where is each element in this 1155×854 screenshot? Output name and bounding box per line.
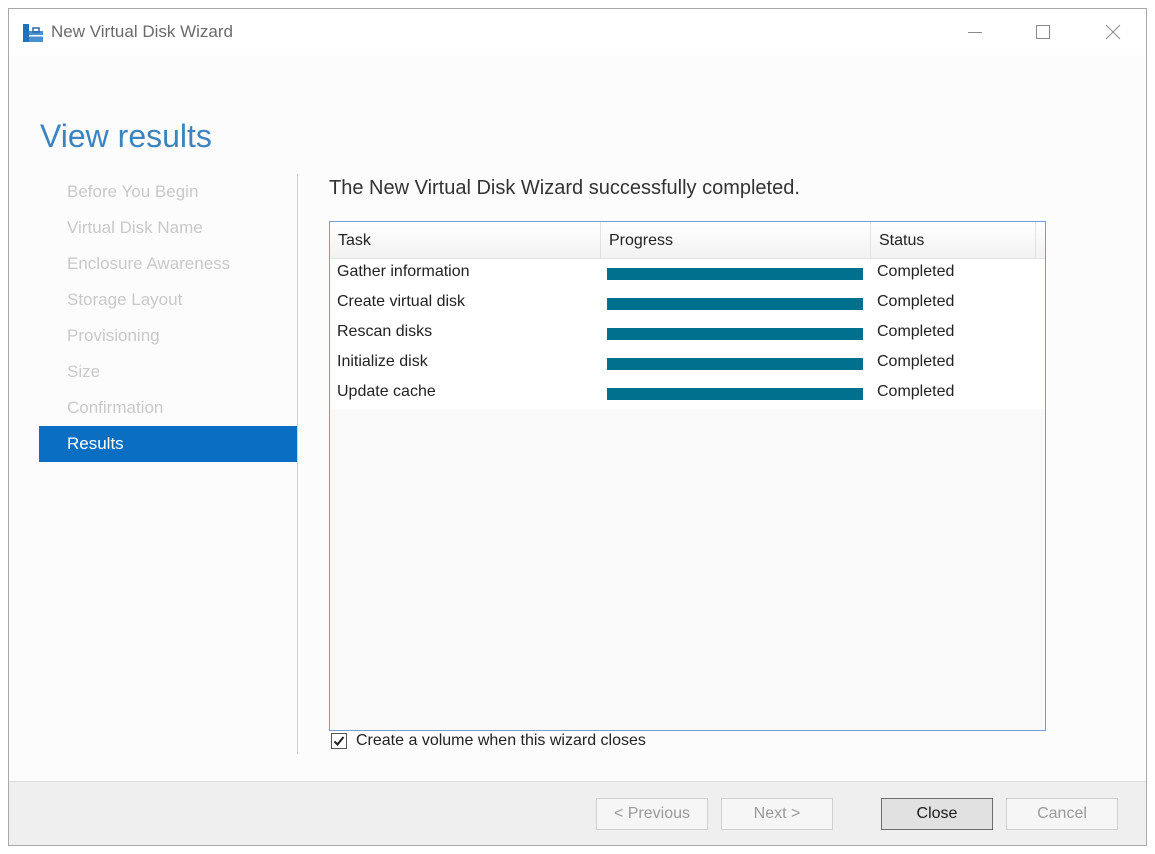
table-row[interactable]: Gather information Completed [330,259,1045,289]
next-button[interactable]: Next > [721,798,833,830]
task-cell: Gather information [337,263,470,280]
status-cell: Completed [877,293,955,310]
minimize-button[interactable] [952,17,998,47]
step-confirmation: Confirmation [67,398,164,417]
wizard-footer: < Previous Next > Close Cancel [9,781,1146,845]
progress-bar [607,358,863,370]
step-results[interactable]: Results [39,426,297,462]
step-size: Size [67,362,101,381]
column-header-progress[interactable]: Progress [601,222,871,258]
status-cell: Completed [877,353,955,370]
progress-bar [607,268,863,280]
task-cell: Update cache [337,383,436,400]
create-volume-label[interactable]: Create a volume when this wizard closes [356,732,646,750]
virtual-disk-wizard-icon [23,24,43,42]
title-bar: New Virtual Disk Wizard [9,9,1146,55]
maximize-button[interactable] [1020,17,1066,47]
table-row[interactable]: Initialize disk Completed [330,349,1045,379]
step-enclosure-awareness: Enclosure Awareness [67,254,231,273]
create-volume-checkbox[interactable] [331,733,347,749]
window-title: New Virtual Disk Wizard [51,22,234,41]
table-row[interactable]: Rescan disks Completed [330,319,1045,349]
task-cell: Create virtual disk [337,293,466,310]
wizard-steps: Before You Begin Virtual Disk Name Enclo… [39,174,297,462]
status-cell: Completed [877,323,955,340]
steps-divider [297,174,298,754]
close-icon [1105,24,1121,40]
table-row[interactable]: Create virtual disk Completed [330,289,1045,319]
step-storage-layout: Storage Layout [67,290,183,309]
progress-bar-fill [607,328,863,340]
table-body: Gather information Completed Create virt… [330,259,1045,409]
column-header-status[interactable]: Status [871,222,1036,258]
step-virtual-disk-name: Virtual Disk Name [67,218,203,237]
progress-bar [607,298,863,310]
progress-bar-fill [607,268,863,280]
progress-bar-fill [607,298,863,310]
wizard-window: New Virtual Disk Wizard View results Bef… [8,8,1147,846]
previous-button[interactable]: < Previous [596,798,708,830]
step-provisioning: Provisioning [67,326,160,345]
status-cell: Completed [877,263,955,280]
completion-message: The New Virtual Disk Wizard successfully… [329,177,800,199]
page-heading: View results [40,118,212,155]
close-window-button[interactable] [1090,17,1136,47]
table-row[interactable]: Update cache Completed [330,379,1045,409]
results-table: Task Progress Status Gather information … [329,221,1046,731]
cancel-button[interactable]: Cancel [1006,798,1118,830]
column-header-task[interactable]: Task [330,222,601,258]
task-cell: Rescan disks [337,323,433,340]
checkmark-icon [333,736,345,746]
progress-bar [607,388,863,400]
progress-bar [607,328,863,340]
close-button[interactable]: Close [881,798,993,830]
progress-bar-fill [607,388,863,400]
table-header: Task Progress Status [330,222,1045,259]
status-cell: Completed [877,383,955,400]
maximize-icon [1036,25,1050,39]
task-cell: Initialize disk [337,353,428,370]
progress-bar-fill [607,358,863,370]
create-volume-option[interactable]: Create a volume when this wizard closes [331,732,646,750]
step-before-you-begin: Before You Begin [67,182,199,201]
minimize-icon [968,32,982,33]
